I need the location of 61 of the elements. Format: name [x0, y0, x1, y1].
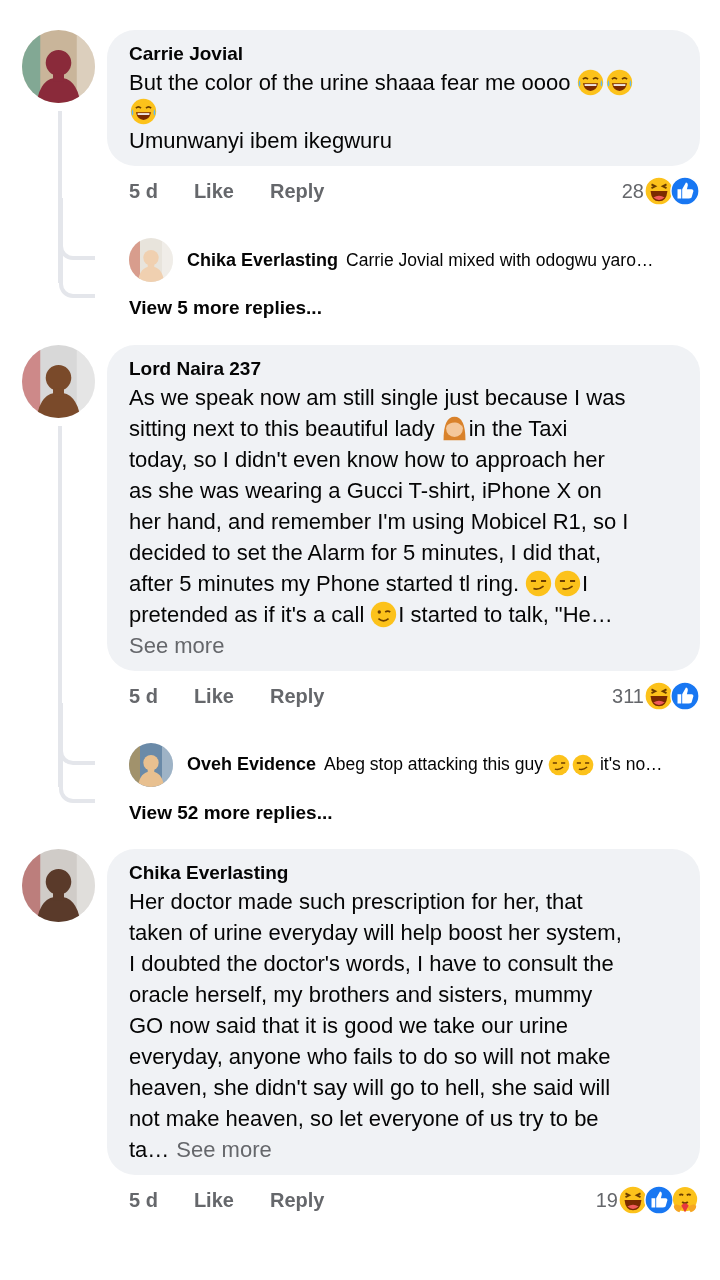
laughing-face-icon: [644, 176, 674, 206]
comment-text: her hand, and remember I'm using Mobicel R1, so I: [129, 507, 629, 536]
comment-text: oracle herself, my brothers and sisters, mummy: [129, 981, 593, 1009]
like-link[interactable]: Like: [193, 176, 234, 206]
reply-author-name[interactable]: Oveh Evidence: [187, 751, 317, 778]
comment-text: Abeg stop attacking this guy: [324, 753, 543, 777]
reaction-count: 28: [621, 179, 644, 204]
comment-text: pretended as if it's a call: [129, 600, 365, 629]
like-link[interactable]: Like: [193, 1185, 234, 1215]
comment-text: But the color of the urine shaaa fear me oooo: [129, 69, 571, 97]
hugging-face-icon: [670, 1185, 700, 1215]
timestamp: 5 d: [129, 683, 158, 709]
author-name[interactable]: Chika Everlasting: [129, 861, 289, 885]
comment-text: it's no…: [599, 753, 663, 777]
comment-text: sitting next to this beautiful lady: [129, 414, 435, 443]
view-more-replies-link[interactable]: View 5 more replies...: [129, 294, 322, 323]
comment-text: not make heaven, so let everyone of us try to be: [129, 1105, 599, 1133]
view-more-replies-link[interactable]: View 52 more replies...: [129, 798, 333, 827]
see-more-link[interactable]: See more: [176, 1134, 272, 1165]
comment-text: As we speak now am still single just because I was: [129, 383, 626, 412]
reaction-count: 311: [612, 683, 644, 709]
thumbs-up-icon: [670, 176, 700, 206]
laughing-face-icon: [618, 1185, 648, 1215]
comment-text: I: [582, 569, 589, 598]
comment-text: after 5 minutes my Phone started tl ring.: [129, 569, 520, 598]
reaction-count: 19: [595, 1188, 618, 1213]
smirking-face-icon: [554, 569, 582, 597]
comment-text: taken of urine everyday will help boost her system,: [129, 919, 622, 947]
smirking-face-icon: [547, 753, 570, 776]
reply-link[interactable]: Reply: [269, 1185, 325, 1215]
reply-link[interactable]: Reply: [269, 680, 325, 711]
comment-text: Carrie Jovial mixed with odogwu yaro…: [346, 248, 654, 272]
smirking-face-icon: [525, 569, 553, 597]
thumbs-up-icon: [644, 1185, 674, 1215]
comment-text: as she was wearing a Gucci T-shirt, iPhone X on: [129, 476, 602, 505]
comment-text: Her doctor made such prescription for her, that: [129, 888, 583, 916]
comment-text: heaven, she didn't say will go to hell, she said will: [129, 1074, 611, 1102]
comment-text: GO now said that it is good we take our urine: [129, 1012, 568, 1040]
laughing-face-icon: [644, 680, 674, 711]
comment-text: ta…: [129, 1136, 170, 1164]
winking-face-icon: [370, 600, 398, 628]
reply-link[interactable]: Reply: [269, 176, 325, 206]
comment-text: Umunwanyi ibem ikegwuru: [129, 127, 392, 155]
laughing-face-icon: [130, 98, 157, 125]
comment-text: I doubted the doctor's words, I have to consult the: [129, 950, 614, 978]
author-name[interactable]: Carrie Jovial: [129, 42, 244, 66]
smirking-face-icon: [571, 753, 594, 776]
see-more-link[interactable]: See more: [129, 629, 225, 661]
comment-text: I started to talk, "He…: [398, 600, 613, 629]
like-link[interactable]: Like: [193, 680, 234, 711]
comment-text: decided to set the Alarm for 5 minutes, I did that,: [129, 538, 602, 567]
timestamp: 5 d: [129, 179, 158, 204]
reply-author-name[interactable]: Chika Everlasting: [187, 246, 339, 274]
laughing-face-icon: [576, 69, 604, 96]
thumbs-up-icon: [670, 680, 700, 711]
author-name[interactable]: Lord Naira 237: [129, 356, 261, 381]
comment-text: in the Taxi: [468, 414, 568, 443]
comment-text: everyday, anyone who fails to do so will not make: [129, 1043, 611, 1071]
comment-text: today, so I didn't even know how to approach her: [129, 445, 605, 474]
laughing-face-icon: [605, 69, 633, 96]
timestamp: 5 d: [129, 1188, 158, 1213]
